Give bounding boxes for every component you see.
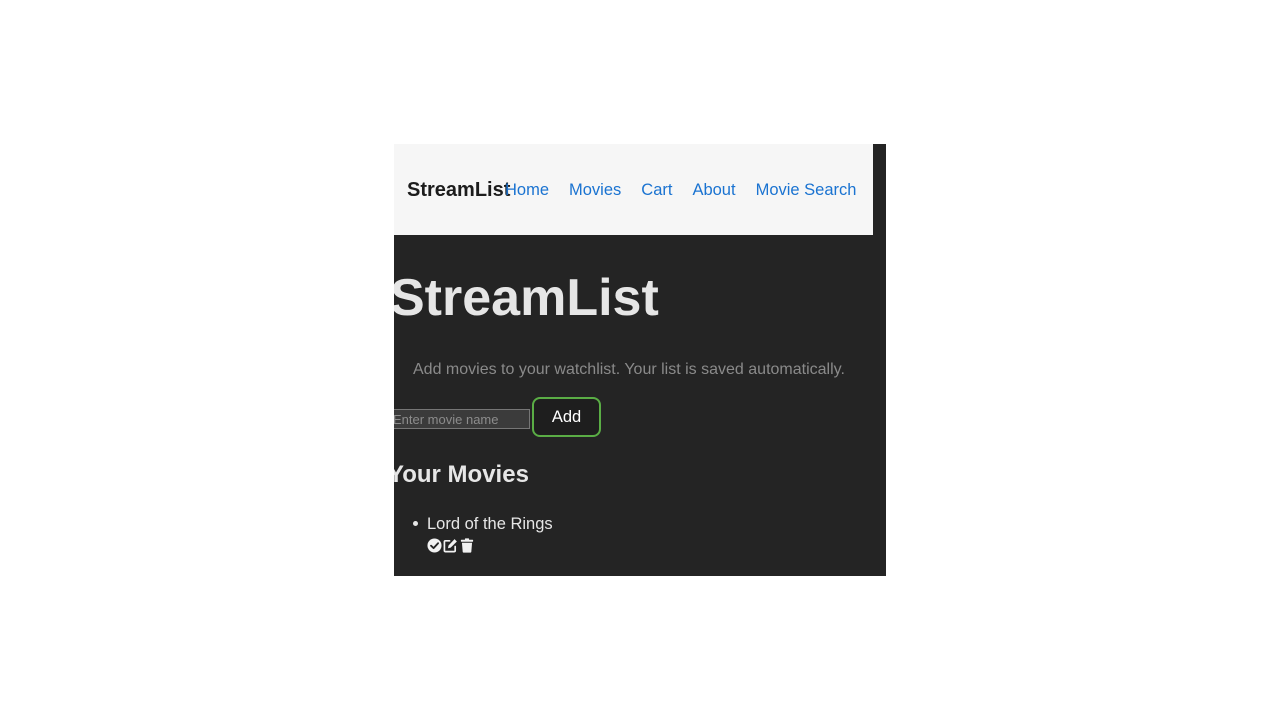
movie-title: Lord of the Rings [427, 515, 553, 533]
edit-icon[interactable] [443, 537, 458, 553]
navbar-brand[interactable]: StreamList [407, 177, 510, 203]
movie-list: Lord of the Rings [413, 513, 553, 554]
nav-link-movie-search[interactable]: Movie Search [756, 178, 857, 202]
section-title-your-movies: Your Movies [394, 461, 529, 488]
nav-link-cart[interactable]: Cart [641, 178, 672, 202]
movie-actions [427, 536, 553, 554]
nav-link-movies[interactable]: Movies [569, 178, 621, 202]
page-title: StreamList [394, 269, 659, 327]
nav-links: Home Movies Cart About Movie Search [505, 178, 856, 202]
trash-icon[interactable] [459, 537, 474, 553]
add-button[interactable]: Add [532, 397, 601, 437]
nav-link-home[interactable]: Home [505, 178, 549, 202]
check-circle-icon[interactable] [427, 537, 442, 553]
navbar: StreamList Home Movies Cart About Movie … [394, 144, 873, 235]
app-container: StreamList Home Movies Cart About Movie … [394, 144, 886, 576]
nav-link-about[interactable]: About [692, 178, 735, 202]
movie-name-input[interactable] [394, 409, 530, 429]
bullet-icon [413, 521, 418, 526]
list-item: Lord of the Rings [413, 513, 553, 554]
page-subtitle: Add movies to your watchlist. Your list … [413, 361, 845, 378]
